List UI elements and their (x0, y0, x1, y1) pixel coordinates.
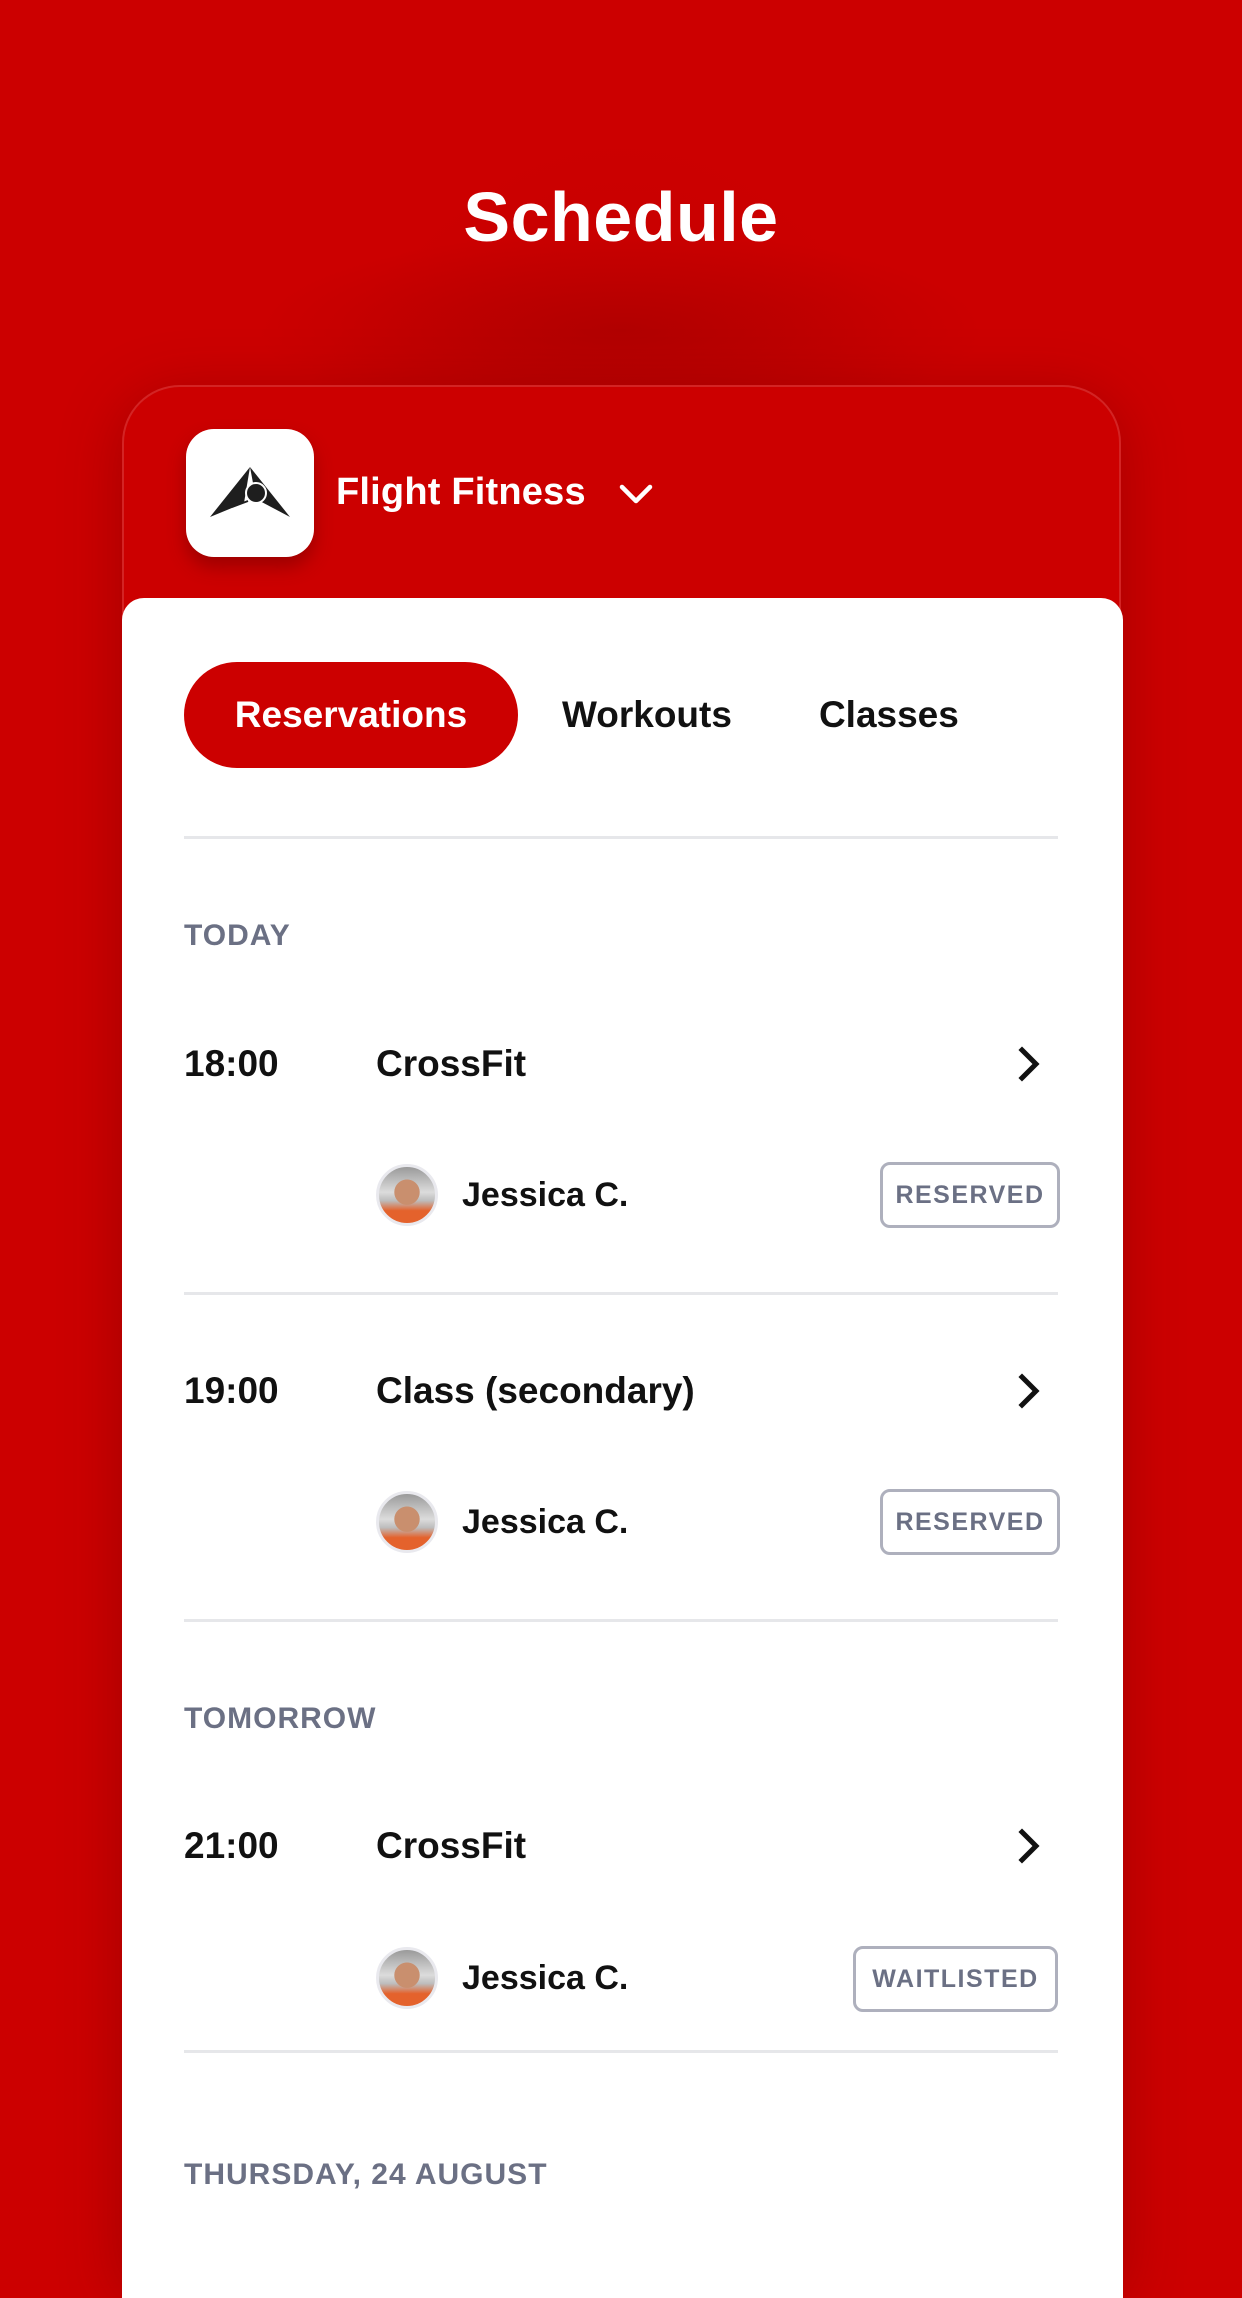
flight-fitness-logo-icon (210, 467, 290, 517)
status-badge: WAITLISTED (853, 1946, 1058, 2012)
gym-header: Flight Fitness (124, 387, 1119, 600)
reservation-title: CrossFit (376, 1825, 527, 1866)
avatar (376, 1491, 438, 1553)
divider (184, 2050, 1058, 2053)
reservations-panel: Reservations Workouts Classes TODAY 18:0… (122, 598, 1123, 2298)
avatar (376, 1164, 438, 1226)
tab-workouts[interactable]: Workouts (562, 662, 732, 768)
reservation-time: 19:00 (184, 1370, 279, 1411)
page-title: Schedule (463, 178, 779, 256)
reservation-row[interactable] (184, 1810, 1058, 1890)
section-label-today: TODAY (184, 919, 291, 952)
section-label-thursday: THURSDAY, 24 AUGUST (184, 2158, 548, 2191)
reservation-title: CrossFit (376, 1043, 527, 1084)
gym-logo (186, 429, 314, 557)
chevron-right-icon[interactable] (1008, 1824, 1048, 1868)
person-name: Jessica C. (462, 1959, 629, 1997)
tab-classes[interactable]: Classes (819, 662, 959, 768)
divider (184, 836, 1058, 839)
tab-bar: Reservations Workouts Classes (184, 662, 959, 768)
reservation-row[interactable] (184, 1032, 1058, 1112)
chevron-right-icon[interactable] (1008, 1369, 1048, 1413)
section-label-tomorrow: TOMORROW (184, 1702, 377, 1735)
divider (184, 1619, 1058, 1622)
reservation-time: 21:00 (184, 1825, 279, 1866)
person-name: Jessica C. (462, 1503, 629, 1541)
status-badge: RESERVED (880, 1162, 1060, 1228)
tab-reservations[interactable]: Reservations (184, 662, 518, 768)
person-name: Jessica C. (462, 1176, 629, 1214)
chevron-right-icon[interactable] (1008, 1042, 1048, 1086)
gym-name[interactable]: Flight Fitness (336, 467, 586, 517)
avatar (376, 1947, 438, 2009)
chevron-down-icon[interactable] (614, 479, 658, 509)
reservation-title: Class (secondary) (376, 1370, 695, 1411)
reservation-time: 18:00 (184, 1043, 279, 1084)
status-badge: RESERVED (880, 1489, 1060, 1555)
divider (184, 1292, 1058, 1295)
